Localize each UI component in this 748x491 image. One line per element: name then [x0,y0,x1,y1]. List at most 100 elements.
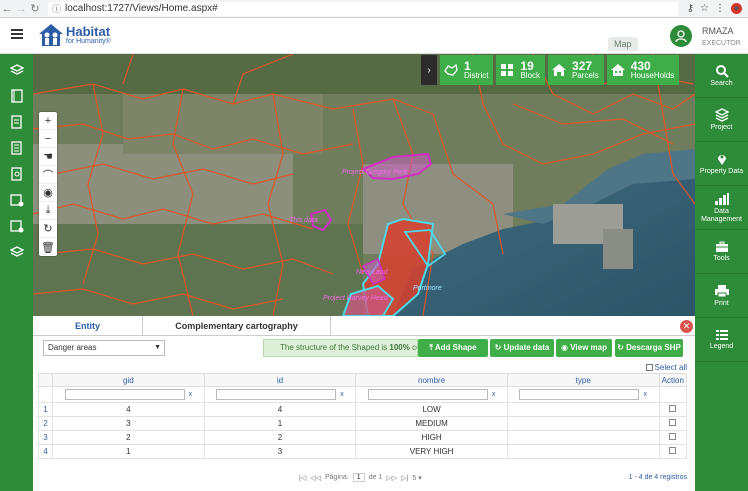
forward-icon[interactable]: → [14,3,28,15]
update-data-button[interactable]: ↻ Update data [490,339,554,357]
table-row[interactable]: 1 4 4 LOW [38,402,688,417]
address-bar[interactable]: ⓘ localhost:1727/Views/Home.aspx# [48,1,678,16]
globe-icon: ◉ [561,343,571,352]
trash-icon[interactable]: 🗑 [39,238,57,256]
page-label: Página: [324,474,349,481]
measure-icon[interactable]: ⌒ [39,166,57,184]
filter-input-nombre[interactable] [367,389,488,400]
calendar-sync-icon[interactable] [0,213,33,239]
tab-complementary-cartography[interactable]: Complementary cartography [143,316,331,335]
reload-icon[interactable]: ↻ [28,2,42,15]
layers-icon[interactable] [0,57,33,83]
calendar-settings-icon[interactable] [0,187,33,213]
column-header-type[interactable]: type [506,373,660,387]
first-page-button[interactable]: |◁ [299,474,306,482]
sidebar-item-label: Project [710,123,733,131]
map-tab[interactable]: Map [608,37,638,51]
app-header: Habitat for Humanity® Map RMAZA EXECUTOR [0,18,748,54]
map-view[interactable]: Project Gregory Park This data New Land … [33,54,695,316]
layers-stack-icon[interactable] [0,239,33,265]
user-icon [675,30,687,43]
select-all[interactable]: Select all [645,363,687,372]
hamburger-menu-icon[interactable] [11,29,23,39]
column-header-action: Action [658,373,688,387]
table-row[interactable]: 4 1 3 VERY HIGH [38,444,688,459]
cell-type [506,402,660,417]
table-row[interactable]: 3 2 2 HIGH [38,430,688,445]
zoom-out-icon[interactable]: − [39,130,57,148]
stat-block[interactable]: 19 Block [496,55,546,85]
add-shape-button[interactable]: ⤒ Add Shape [418,339,488,357]
tab-entity[interactable]: Entity [33,316,143,335]
sidebar-item-label: Print [714,299,729,307]
extension-icon[interactable]: ● [731,3,742,14]
sidebar-item-project[interactable]: Project [695,98,748,142]
document-edit-icon[interactable] [0,109,33,135]
stats-toggle-button[interactable]: › [421,55,437,85]
zoom-in-icon[interactable]: + [39,112,57,130]
row-checkbox[interactable] [669,405,677,412]
column-header-nombre[interactable]: nombre [355,373,508,387]
layers-icon [714,107,729,122]
refresh-icon[interactable]: ↻ [39,220,57,238]
sidebar-item-property-data[interactable]: Property Data [695,142,748,186]
clear-filter-icon[interactable]: x [340,391,344,398]
sidebar-item-data-management[interactable]: Data Management [695,186,748,230]
stat-label: District [464,71,489,80]
row-checkbox[interactable] [669,419,677,426]
status-notice: The structure of the Shaped is 100% cor [263,339,418,357]
clear-filter-icon[interactable]: x [643,391,647,398]
panel-tabs: Entity Complementary cartography [33,316,695,336]
table-row[interactable]: 2 3 1 MEDIUM [38,416,688,431]
clear-filter-icon[interactable]: x [492,391,496,398]
filter-input-id[interactable] [216,389,337,400]
download-shp-button[interactable]: ↻ Descarga SHP [615,339,683,357]
document-list-icon[interactable] [0,135,33,161]
globe-icon[interactable]: ◉ [39,184,57,202]
row-checkbox[interactable] [669,447,677,454]
star-icon[interactable]: ☆ [700,3,709,14]
button-label: View map [570,343,607,352]
stat-district[interactable]: 1 District [440,55,494,85]
back-icon[interactable]: ← [0,3,14,15]
page-input[interactable]: 1 [352,473,365,482]
row-checkbox[interactable] [669,433,677,440]
pan-hand-icon[interactable]: ☚ [39,148,57,166]
sidebar-item-print[interactable]: Print [695,274,748,318]
info-icon[interactable]: ⓘ [52,2,61,15]
user-avatar[interactable] [670,25,692,47]
page-size-select[interactable]: 5 ▾ [412,474,421,482]
refresh-icon: ↻ [617,343,627,352]
cell-nombre: MEDIUM [355,416,508,431]
stat-parcels[interactable]: 327 Parcels [548,55,604,85]
key-icon[interactable]: ⚷ [687,3,694,14]
row-number: 1 [38,402,53,417]
sidebar-item-search[interactable]: Search [695,54,748,98]
sidebar-item-legend[interactable]: Legend [695,318,748,362]
prev-page-button[interactable]: ◁◁ [310,474,321,482]
select-all-checkbox[interactable] [645,364,653,372]
column-header-gid[interactable]: gid [52,373,205,387]
menu-dots-icon[interactable]: ⋮ [715,3,725,14]
close-icon[interactable]: ✕ [680,320,693,333]
logo[interactable]: Habitat for Humanity® [38,23,111,47]
cell-type [506,444,660,459]
filter-spacer [38,386,53,403]
filter-input-type[interactable] [519,389,640,400]
view-map-button[interactable]: ◉ View map [556,339,612,357]
book-icon[interactable] [0,83,33,109]
stat-households[interactable]: 430 HouseHolds [606,55,680,85]
map-label-this-data: This data [289,217,318,224]
stat-label: HouseHolds [630,71,675,80]
document-search-icon[interactable] [0,161,33,187]
layer-select[interactable]: Danger areas ▼ [43,340,165,356]
next-page-button[interactable]: ▷▷ [386,474,397,482]
last-page-button[interactable]: ▷| [401,474,408,482]
column-header-id[interactable]: id [203,373,357,387]
habitat-house-icon [39,24,63,46]
download-icon[interactable]: ⤓ [39,202,57,220]
logo-title: Habitat [66,24,111,39]
clear-filter-icon[interactable]: x [189,391,193,398]
sidebar-item-tools[interactable]: Tools [695,230,748,274]
filter-input-gid[interactable] [64,389,185,400]
